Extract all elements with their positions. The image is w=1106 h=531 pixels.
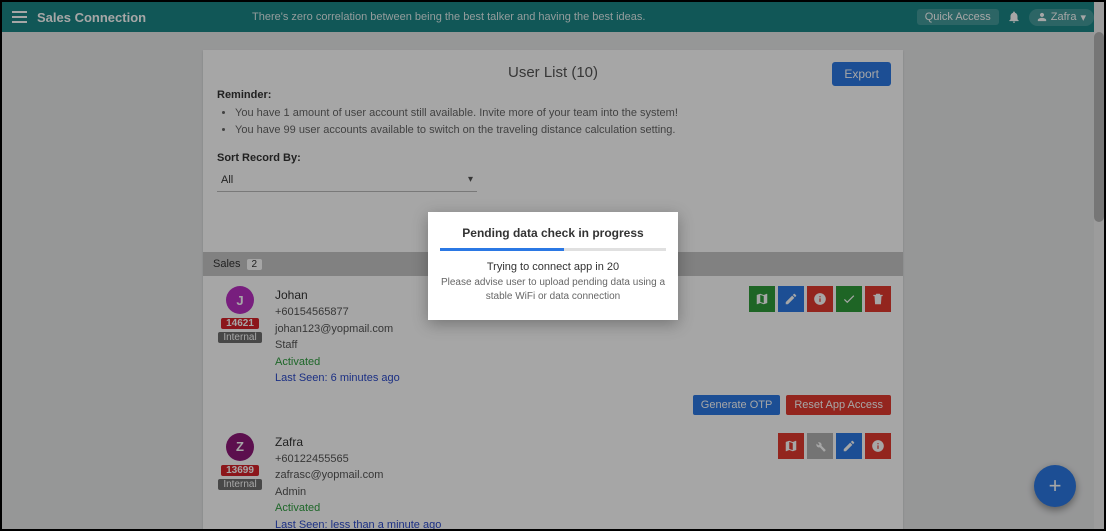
modal-text: Please advise user to upload pending dat… [440, 276, 666, 304]
modal-subtitle: Trying to connect app in 20 [440, 261, 666, 273]
modal-progress [440, 248, 666, 251]
modal-title: Pending data check in progress [440, 226, 666, 240]
pending-data-modal: Pending data check in progress Trying to… [428, 212, 678, 320]
